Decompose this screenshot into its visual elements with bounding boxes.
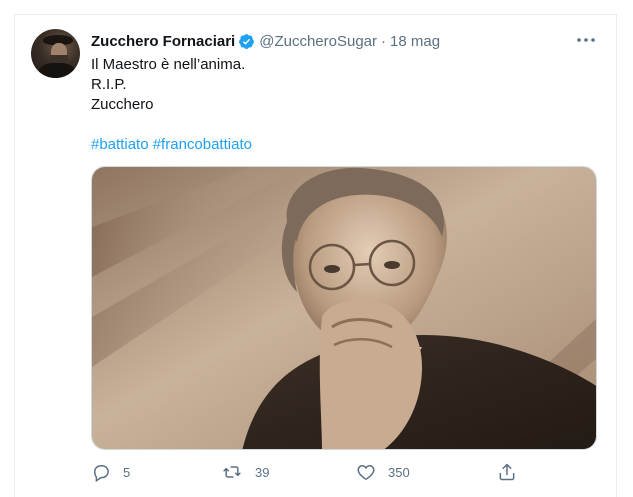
more-icon[interactable] [575, 30, 597, 50]
user-handle[interactable]: @ZuccheroSugar [259, 33, 377, 50]
tweet-card: Zucchero Fornaciari @ZuccheroSugar · 18 … [0, 0, 633, 497]
action-bar: 5 39 350 [91, 461, 521, 483]
portrait-photo [92, 167, 596, 449]
reply-icon [93, 465, 109, 482]
tweet-text: Il Maestro è nell’anima. R.I.P. Zucchero [91, 55, 591, 115]
tweet-header: Zucchero Fornaciari @ZuccheroSugar · 18 … [91, 31, 440, 51]
reply-count: 5 [123, 464, 131, 480]
separator-dot: · [381, 32, 386, 50]
avatar-body [39, 63, 75, 78]
share-icon [499, 463, 515, 481]
card-left-border [14, 14, 15, 497]
card-right-border [616, 14, 617, 497]
retweet-button[interactable]: 39 [221, 461, 269, 483]
avatar[interactable] [31, 29, 80, 78]
tweet-photo[interactable] [91, 166, 597, 450]
card-top-border [14, 14, 617, 15]
tweet-line-3: Zucchero [91, 96, 154, 113]
hashtag-francobattiato[interactable]: #francobattiato [153, 136, 252, 153]
tweet-line-1: Il Maestro è nell’anima. [91, 56, 246, 73]
tweet-line-2: R.I.P. [91, 76, 127, 93]
tweet-date[interactable]: 18 mag [390, 33, 440, 50]
reply-button[interactable]: 5 [91, 461, 130, 483]
like-button[interactable]: 350 [356, 461, 410, 483]
hashtag-battiato[interactable]: #battiato [91, 136, 149, 153]
like-icon [357, 464, 375, 480]
like-count: 350 [388, 464, 410, 480]
display-name[interactable]: Zucchero Fornaciari [91, 33, 235, 50]
verified-badge-icon [238, 33, 255, 50]
retweet-icon [223, 466, 241, 478]
hashtag-row: #battiato #francobattiato [91, 135, 252, 155]
share-button[interactable] [497, 461, 517, 483]
retweet-count: 39 [255, 464, 270, 480]
